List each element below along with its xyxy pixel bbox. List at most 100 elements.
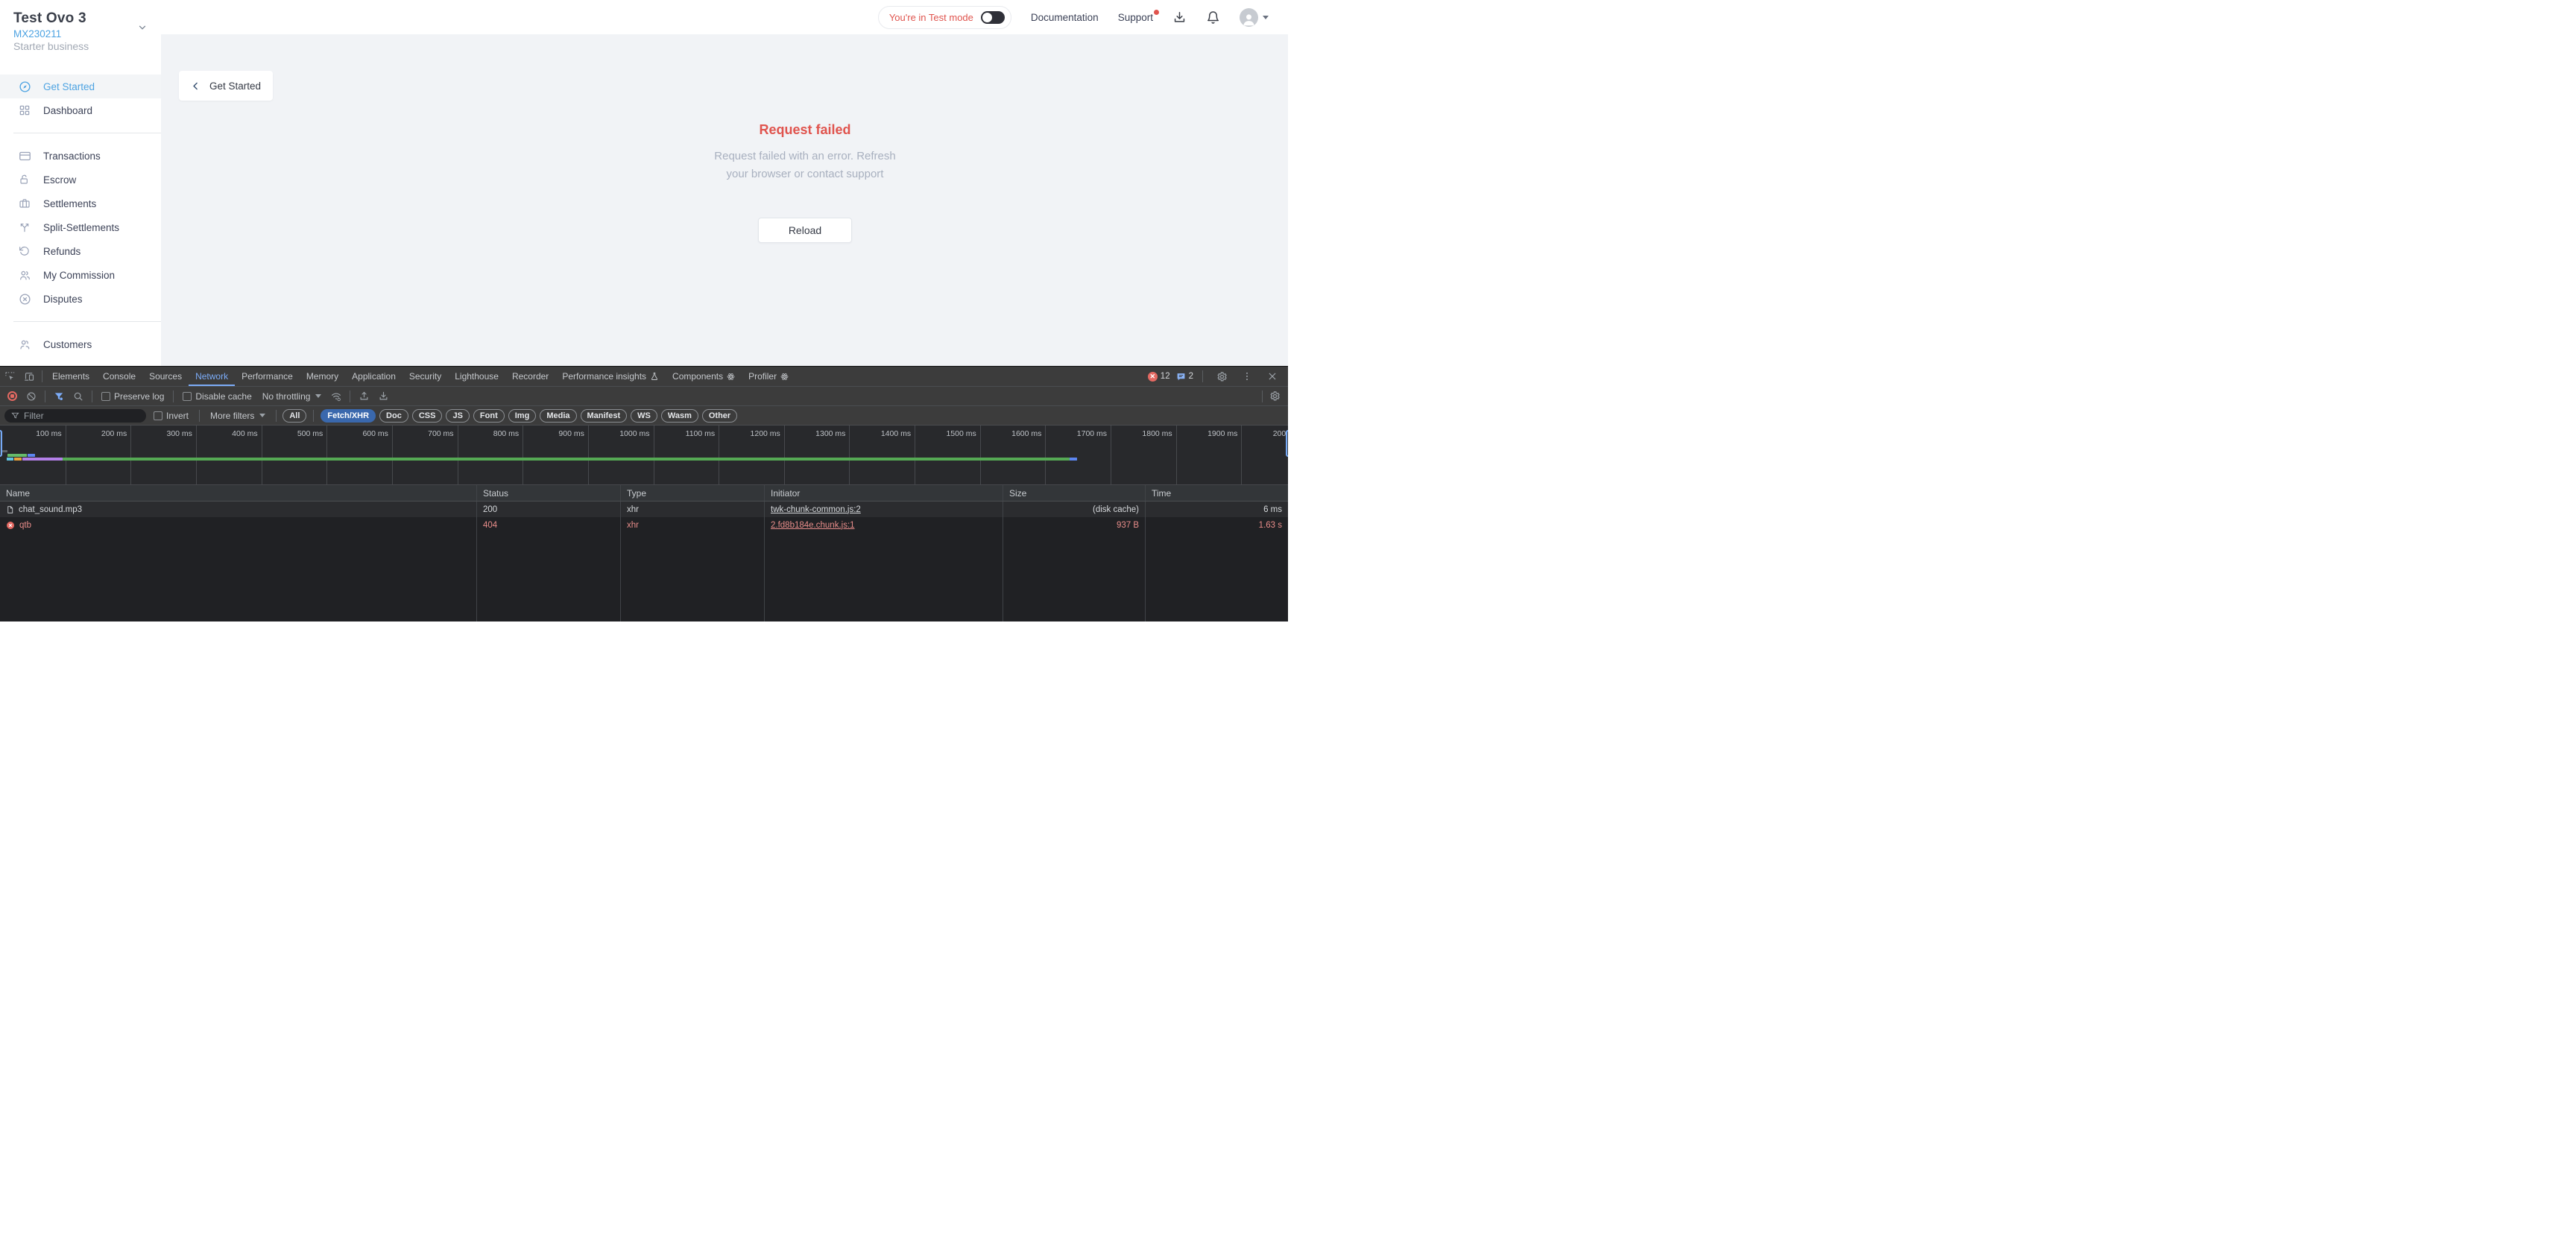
request-status-cell[interactable]: 200 (476, 502, 620, 517)
sidebar-item-get-started[interactable]: Get Started (0, 75, 161, 98)
console-issues-badge[interactable]: 2 (1176, 372, 1193, 382)
sidebar-item-refunds[interactable]: Refunds (0, 239, 161, 263)
column-header-status[interactable]: Status (476, 485, 620, 501)
devtools-settings-gear-icon[interactable] (1212, 367, 1231, 386)
overview-right-handle[interactable] (1286, 430, 1288, 457)
disable-cache-checkbox[interactable]: Disable cache (183, 391, 251, 402)
timeline-gridline (130, 426, 131, 484)
notifications-bell-icon[interactable] (1206, 10, 1220, 25)
sidebar-item-split-settlements[interactable]: Split-Settlements (0, 215, 161, 239)
request-name-cell[interactable]: chat_sound.mp3 (0, 502, 476, 517)
more-options-icon[interactable] (1237, 367, 1257, 386)
request-name-cell[interactable]: qtb (0, 517, 476, 533)
timeline-tick-label: 600 ms (336, 429, 388, 438)
preserve-log-checkbox[interactable]: Preserve log (101, 391, 164, 402)
column-header-type[interactable]: Type (620, 485, 764, 501)
initiator-link[interactable]: 2.fd8b184e.chunk.js:1 (771, 521, 855, 530)
overview-left-handle[interactable] (0, 430, 2, 457)
filter-pill-wasm[interactable]: Wasm (661, 409, 698, 423)
filter-pill-fetch-xhr[interactable]: Fetch/XHR (321, 409, 376, 423)
table-row[interactable]: qtb404xhr 2.fd8b184e.chunk.js:1 937 B1.63 … (0, 517, 1288, 533)
tab-sources[interactable]: Sources (142, 367, 189, 386)
back-button[interactable]: Get Started (179, 71, 273, 101)
sidebar-item-settlements[interactable]: Settlements (0, 192, 161, 215)
table-row[interactable]: chat_sound.mp3200xhr twk-chunk-common.js:… (0, 502, 1288, 517)
test-mode-toggle[interactable] (981, 11, 1005, 24)
error-icon (6, 521, 15, 530)
account-switcher[interactable]: Test Ovo 3 MX230211 Starter business (0, 0, 161, 52)
request-size-cell[interactable]: 937 B (1003, 517, 1145, 533)
filter-icon[interactable] (50, 388, 68, 405)
network-conditions-icon[interactable] (327, 388, 345, 405)
timeline-gridline (1045, 426, 1046, 484)
filter-pill-other[interactable]: Other (702, 409, 737, 423)
filter-pill-js[interactable]: JS (446, 409, 469, 423)
request-time-cell[interactable]: 1.63 s (1145, 517, 1288, 533)
download-icon[interactable] (1172, 10, 1187, 25)
filter-pill-css[interactable]: CSS (412, 409, 443, 423)
export-har-icon[interactable] (374, 388, 392, 405)
device-toolbar-icon[interactable] (19, 367, 39, 386)
tab-recorder[interactable]: Recorder (505, 367, 555, 386)
tab-memory[interactable]: Memory (300, 367, 345, 386)
throttling-dropdown[interactable]: No throttling (262, 391, 322, 402)
initiator-link[interactable]: twk-chunk-common.js:2 (771, 505, 861, 514)
sidebar-item-label: Settlements (43, 198, 96, 209)
tab-label: Memory (306, 371, 338, 382)
filter-pill-img[interactable]: Img (508, 409, 537, 423)
tab-elements[interactable]: Elements (45, 367, 96, 386)
sidebar-item-my-commission[interactable]: My Commission (0, 263, 161, 287)
sidebar-item-escrow[interactable]: Escrow (0, 168, 161, 192)
sidebar-item-disputes[interactable]: Disputes (0, 287, 161, 311)
tab-console[interactable]: Console (96, 367, 142, 386)
request-type-cell[interactable]: xhr (620, 502, 764, 517)
chevron-down-icon[interactable] (137, 22, 148, 37)
tab-performance[interactable]: Performance (235, 367, 300, 386)
clear-network-log-icon[interactable] (22, 388, 40, 405)
invert-checkbox[interactable]: Invert (154, 411, 189, 421)
column-header-name[interactable]: Name (0, 485, 476, 501)
filter-pill-manifest[interactable]: Manifest (581, 409, 628, 423)
request-initiator-cell[interactable]: twk-chunk-common.js:2 (764, 502, 1003, 517)
network-settings-gear-icon[interactable] (1266, 388, 1284, 405)
request-size-cell[interactable]: (disk cache) (1003, 502, 1145, 517)
requests-table-filler (0, 533, 1288, 622)
tab-components[interactable]: Components (666, 367, 742, 386)
import-har-icon[interactable] (355, 388, 373, 405)
filter-pill-ws[interactable]: WS (631, 409, 657, 423)
console-errors-badge[interactable]: ✕ 12 (1148, 372, 1170, 382)
filter-pill-all[interactable]: All (282, 409, 306, 423)
close-devtools-icon[interactable] (1263, 367, 1282, 386)
merchant-id[interactable]: MX230211 (13, 28, 149, 39)
filter-pill-media[interactable]: Media (540, 409, 576, 423)
record-network-log-icon[interactable] (3, 388, 21, 405)
tab-network[interactable]: Network (189, 367, 235, 386)
inspect-element-icon[interactable] (0, 367, 19, 386)
more-filters-dropdown[interactable]: More filters (210, 411, 265, 421)
filter-input[interactable] (24, 411, 136, 421)
sidebar-item-transactions[interactable]: Transactions (0, 144, 161, 168)
filter-pill-font[interactable]: Font (473, 409, 505, 423)
tab-profiler[interactable]: Profiler (742, 367, 795, 386)
tab-application[interactable]: Application (345, 367, 402, 386)
tab-security[interactable]: Security (402, 367, 448, 386)
timeline-tick-label: 1700 ms (1055, 429, 1107, 438)
documentation-link[interactable]: Documentation (1031, 12, 1099, 23)
account-menu[interactable] (1240, 8, 1269, 27)
request-time-cell[interactable]: 6 ms (1145, 502, 1288, 517)
column-header-initiator[interactable]: Initiator (764, 485, 1003, 501)
tab-performance-insights[interactable]: Performance insights (555, 367, 666, 386)
column-header-size[interactable]: Size (1003, 485, 1145, 501)
search-icon[interactable] (69, 388, 87, 405)
filter-pill-doc[interactable]: Doc (379, 409, 408, 423)
sidebar-item-dashboard[interactable]: Dashboard (0, 98, 161, 122)
tab-lighthouse[interactable]: Lighthouse (448, 367, 505, 386)
request-initiator-cell[interactable]: 2.fd8b184e.chunk.js:1 (764, 517, 1003, 533)
request-status-cell[interactable]: 404 (476, 517, 620, 533)
column-header-time[interactable]: Time (1145, 485, 1288, 501)
reload-button[interactable]: Reload (758, 218, 852, 243)
sidebar-item-customers[interactable]: Customers (0, 332, 161, 356)
request-type-cell[interactable]: xhr (620, 517, 764, 533)
support-link[interactable]: Support (1118, 12, 1153, 23)
network-overview-timeline[interactable]: 100 ms200 ms300 ms400 ms500 ms600 ms700 … (0, 426, 1288, 485)
